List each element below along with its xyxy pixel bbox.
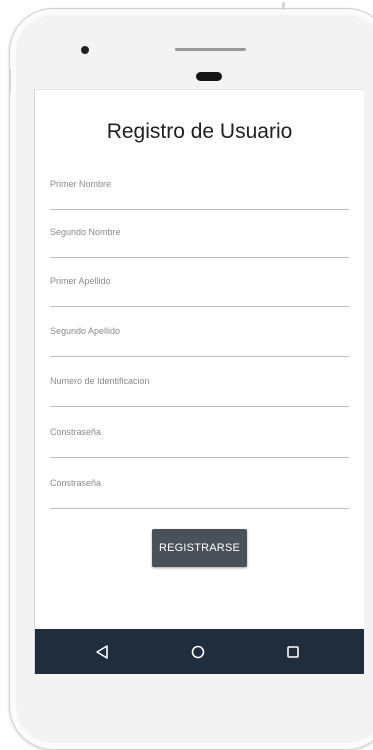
password-field bbox=[50, 422, 349, 462]
second-surname-field bbox=[50, 321, 349, 361]
proximity-sensor bbox=[196, 72, 222, 81]
front-camera-icon bbox=[81, 46, 89, 54]
first-name-input[interactable] bbox=[50, 179, 349, 210]
id-number-input[interactable] bbox=[50, 376, 349, 407]
earpiece-speaker bbox=[175, 48, 246, 51]
register-button[interactable]: REGISTRARSE bbox=[152, 529, 247, 567]
home-button[interactable] bbox=[183, 637, 213, 667]
id-number-field bbox=[50, 371, 349, 411]
second-name-input[interactable] bbox=[50, 227, 349, 258]
app-screen: Registro de Usuario REGISTRARSE bbox=[34, 89, 364, 674]
second-surname-input[interactable] bbox=[50, 326, 349, 357]
phone-side-button-top bbox=[282, 2, 285, 10]
back-triangle-icon bbox=[96, 645, 108, 659]
back-button[interactable] bbox=[87, 637, 117, 667]
password-input[interactable] bbox=[50, 427, 349, 458]
first-name-field bbox=[50, 174, 349, 214]
confirm-password-field bbox=[50, 473, 349, 513]
page-title: Registro de Usuario bbox=[106, 120, 293, 143]
first-surname-input[interactable] bbox=[50, 276, 349, 307]
recents-button[interactable] bbox=[278, 637, 308, 667]
confirm-password-input[interactable] bbox=[50, 478, 349, 509]
recents-square-icon bbox=[287, 646, 299, 658]
first-surname-field bbox=[50, 271, 349, 311]
home-circle-icon bbox=[191, 645, 205, 659]
android-nav-bar bbox=[35, 629, 364, 674]
second-name-field bbox=[50, 222, 349, 262]
phone-side-button-left bbox=[9, 69, 11, 93]
